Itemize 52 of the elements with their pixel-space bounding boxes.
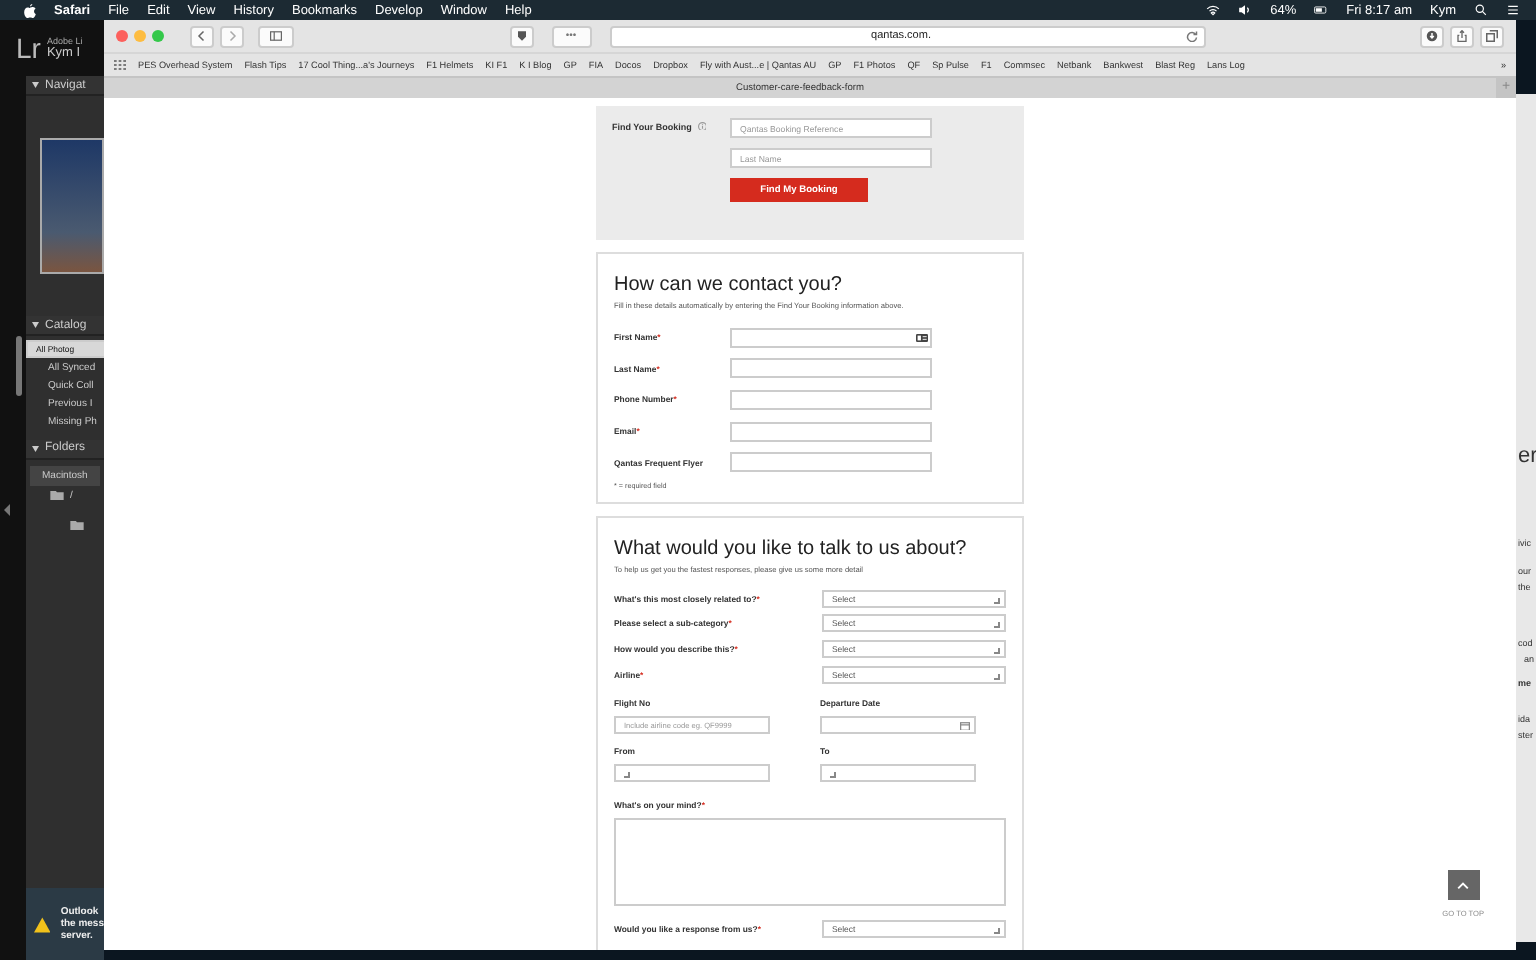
chevron-left-icon bbox=[196, 30, 208, 42]
apple-logo-icon[interactable] bbox=[24, 3, 36, 17]
close-button[interactable] bbox=[116, 30, 128, 42]
contact-card-icon[interactable] bbox=[916, 333, 928, 342]
grid-icon[interactable] bbox=[114, 60, 126, 70]
date-field[interactable] bbox=[820, 716, 976, 735]
resize-grip-icon bbox=[994, 647, 1000, 654]
chevron-right-icon bbox=[226, 30, 238, 42]
calendar-icon[interactable] bbox=[960, 721, 970, 731]
volume-icon[interactable] bbox=[1238, 4, 1253, 16]
disclosure-triangle-icon[interactable] bbox=[32, 445, 39, 452]
reload-icon[interactable] bbox=[1185, 30, 1197, 42]
share-icon bbox=[1456, 30, 1468, 42]
folder-icon[interactable] bbox=[70, 519, 84, 530]
resize-grip-icon bbox=[830, 772, 836, 779]
input-field[interactable] bbox=[730, 421, 932, 442]
disclosure-triangle-icon[interactable] bbox=[32, 82, 39, 88]
download-circle-icon bbox=[1426, 30, 1438, 42]
back-button[interactable] bbox=[190, 25, 214, 47]
info-icon[interactable] bbox=[697, 121, 707, 130]
lightroom-logo: Lr bbox=[16, 32, 41, 64]
extension-button[interactable] bbox=[509, 25, 533, 47]
scrollbar[interactable] bbox=[16, 336, 22, 396]
battery-icon[interactable] bbox=[1314, 4, 1329, 16]
section-title: What would you like to talk to us about? bbox=[614, 537, 969, 560]
collapse-arrow-icon[interactable] bbox=[4, 504, 10, 516]
resize-grip-icon bbox=[994, 673, 1000, 680]
warning-icon bbox=[34, 913, 51, 935]
wifi-icon[interactable] bbox=[1206, 4, 1221, 16]
input-field[interactable] bbox=[730, 327, 932, 348]
downloads-button[interactable] bbox=[1420, 25, 1444, 47]
sidebar-icon bbox=[270, 30, 282, 42]
share-button[interactable] bbox=[1450, 25, 1474, 47]
go-to-top-button[interactable] bbox=[1447, 870, 1480, 900]
section-title: How can we contact you? bbox=[614, 274, 844, 296]
list-icon[interactable] bbox=[1506, 4, 1520, 16]
input-field[interactable] bbox=[730, 452, 932, 473]
tabs-button[interactable] bbox=[1480, 25, 1504, 47]
resize-grip-icon bbox=[994, 597, 1000, 604]
input-field[interactable] bbox=[730, 358, 932, 379]
sidebar-button[interactable] bbox=[258, 25, 294, 47]
shield-icon bbox=[515, 30, 527, 42]
tabs-icon bbox=[1486, 30, 1498, 42]
resize-grip-icon bbox=[624, 772, 630, 779]
disclosure-triangle-icon[interactable] bbox=[32, 322, 39, 328]
resize-grip-icon bbox=[994, 622, 1000, 629]
input-field[interactable] bbox=[730, 389, 932, 410]
chevron-up-icon bbox=[1456, 881, 1471, 889]
search-icon[interactable] bbox=[1474, 4, 1488, 16]
folder-icon[interactable] bbox=[50, 490, 64, 501]
photo-placeholder bbox=[40, 138, 104, 274]
resize-grip-icon bbox=[994, 928, 1000, 935]
